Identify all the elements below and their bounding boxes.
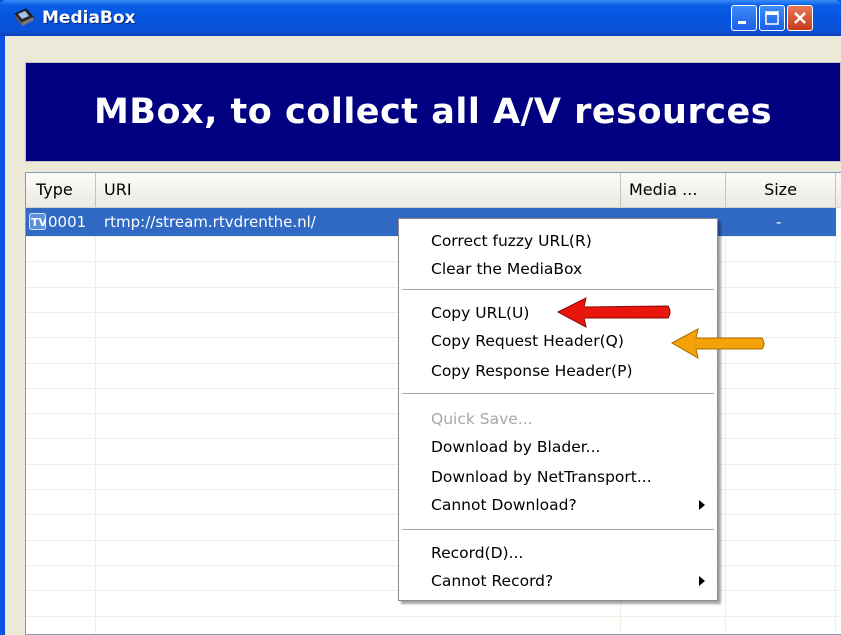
title-bar[interactable]: MediaBox xyxy=(0,0,841,36)
menu-item-copy-response-header[interactable]: Copy Response Header(P) xyxy=(399,357,717,385)
menu-separator xyxy=(402,529,714,530)
submenu-arrow-icon xyxy=(699,500,705,510)
menu-item-label: Record(D)... xyxy=(431,544,524,562)
grid-line xyxy=(835,208,836,634)
red-arrow-icon xyxy=(556,297,671,328)
svg-text:TV: TV xyxy=(31,216,46,229)
banner: MBox, to collect all A/V resources xyxy=(25,62,841,162)
menu-separator xyxy=(402,393,714,394)
banner-text: MBox, to collect all A/V resources xyxy=(93,92,773,132)
menu-item-label: Download by Blader... xyxy=(431,438,601,456)
context-menu: Correct fuzzy URL(R) Clear the MediaBox … xyxy=(398,218,718,601)
tv-icon: TV xyxy=(29,213,46,230)
menu-item-label: Clear the MediaBox xyxy=(431,260,583,278)
menu-item-record[interactable]: Record(D)... xyxy=(399,539,717,567)
minimize-icon xyxy=(738,21,746,24)
column-header-type[interactable]: Type xyxy=(26,173,96,207)
close-icon xyxy=(794,12,806,24)
column-header-media[interactable]: Media ... xyxy=(621,173,726,207)
row-uri: rtmp://stream.rtvdrenthe.nl/ xyxy=(104,213,316,231)
window-title: MediaBox xyxy=(42,8,136,28)
menu-item-label: Copy Response Header(P) xyxy=(431,362,633,380)
menu-item-label: Copy URL(U) xyxy=(431,304,530,322)
menu-item-label: Copy Request Header(Q) xyxy=(431,332,624,350)
menu-item-label: Cannot Download? xyxy=(431,496,577,514)
menu-item-cannot-download[interactable]: Cannot Download? xyxy=(399,491,717,519)
row-size: - xyxy=(776,213,782,231)
grid-line xyxy=(725,208,726,634)
menu-item-label: Cannot Record? xyxy=(431,572,554,590)
menu-item-download-by-blader[interactable]: Download by Blader... xyxy=(399,433,717,461)
close-button[interactable] xyxy=(787,5,813,31)
menu-item-download-by-nettransport[interactable]: Download by NetTransport... xyxy=(399,463,717,491)
maximize-icon xyxy=(765,11,779,25)
maximize-button[interactable] xyxy=(759,5,785,31)
list-header: Type URI Media ... Size xyxy=(26,173,841,208)
menu-item-label: Correct fuzzy URL(R) xyxy=(431,232,592,250)
menu-item-label: Download by NetTransport... xyxy=(431,468,652,486)
orange-arrow-icon xyxy=(670,328,765,360)
app-icon xyxy=(14,8,34,26)
menu-item-quick-save: Quick Save... xyxy=(399,405,717,433)
grid-line xyxy=(95,208,96,634)
menu-item-cannot-record[interactable]: Cannot Record? xyxy=(399,567,717,595)
menu-separator xyxy=(402,289,714,290)
grid-line xyxy=(26,616,841,617)
minimize-button[interactable] xyxy=(731,5,757,31)
menu-item-clear-mediabox[interactable]: Clear the MediaBox xyxy=(399,255,717,283)
menu-item-correct-fuzzy-url[interactable]: Correct fuzzy URL(R) xyxy=(399,227,717,255)
column-header-uri[interactable]: URI xyxy=(96,173,621,207)
column-header-size[interactable]: Size xyxy=(726,173,836,207)
menu-item-label: Quick Save... xyxy=(431,410,533,428)
row-type: 0001 xyxy=(48,213,87,231)
submenu-arrow-icon xyxy=(699,576,705,586)
